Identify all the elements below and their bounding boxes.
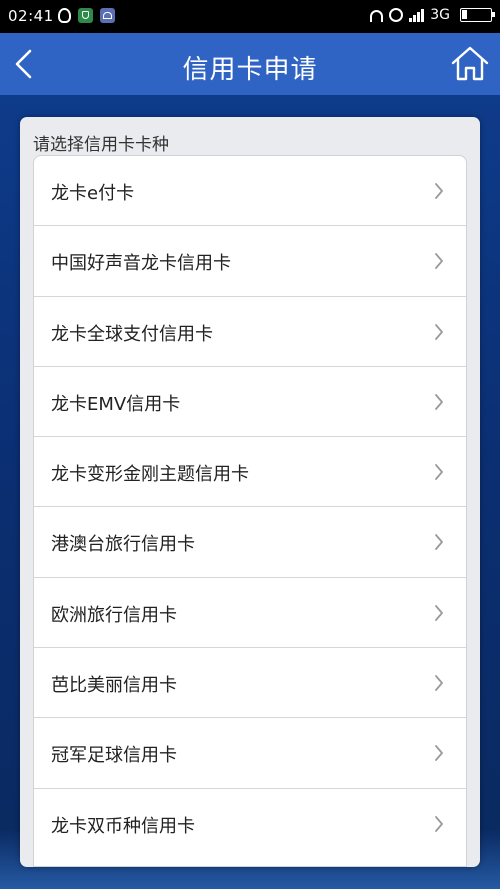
chevron-right-icon	[434, 253, 444, 270]
list-item[interactable]: 龙卡e付卡	[34, 156, 466, 227]
chevron-right-icon	[434, 534, 444, 551]
list-item-label: 龙卡EMV信用卡	[51, 393, 181, 415]
title-bar: 信用卡申请	[0, 33, 500, 95]
signal-icon	[409, 8, 425, 22]
list-item[interactable]: 欧洲旅行信用卡	[34, 578, 466, 649]
status-icons-left	[58, 8, 115, 23]
chevron-right-icon	[434, 323, 444, 340]
list-item[interactable]: 中国好声音龙卡信用卡	[34, 226, 466, 297]
network-type: 3G	[430, 7, 450, 23]
page-title: 信用卡申请	[182, 55, 318, 85]
status-bar: 02:41 3G	[0, 0, 500, 33]
chevron-right-icon	[434, 393, 444, 410]
card-type-panel: 请选择信用卡卡种 龙卡e付卡 中国好声音龙卡信用卡 龙卡全球支付信用卡 龙卡EM…	[20, 117, 480, 867]
battery-icon	[460, 8, 495, 22]
chevron-right-icon	[434, 604, 444, 621]
chevron-right-icon	[434, 464, 444, 481]
home-icon	[451, 46, 489, 81]
app-icon	[100, 8, 115, 23]
list-item-label: 龙卡全球支付信用卡	[51, 323, 213, 345]
list-item-label: 龙卡变形金刚主题信用卡	[51, 464, 249, 486]
list-item[interactable]: 港澳台旅行信用卡	[34, 507, 466, 578]
list-item[interactable]: 龙卡双币种信用卡	[34, 789, 466, 859]
list-item-label: 港澳台旅行信用卡	[51, 534, 195, 556]
chevron-right-icon	[434, 745, 444, 762]
list-item[interactable]: 芭比美丽信用卡	[34, 648, 466, 719]
chevron-right-icon	[434, 815, 444, 832]
chevron-right-icon	[434, 675, 444, 691]
list-item[interactable]: 龙卡变形金刚主题信用卡	[34, 437, 466, 508]
headset-icon	[370, 10, 384, 22]
list-item-label: 欧洲旅行信用卡	[51, 604, 177, 626]
list-item-label: 芭比美丽信用卡	[51, 675, 177, 697]
list-item-label: 冠军足球信用卡	[51, 745, 177, 767]
card-type-list[interactable]: 龙卡e付卡 中国好声音龙卡信用卡 龙卡全球支付信用卡 龙卡EMV信用卡 龙卡变形…	[33, 155, 467, 867]
shield-app-icon	[78, 8, 93, 23]
chevron-right-icon	[434, 183, 444, 199]
panel-heading: 请选择信用卡卡种	[33, 135, 169, 155]
status-time: 02:41	[8, 7, 54, 25]
status-icons-right: 3G	[370, 7, 495, 23]
qq-icon	[58, 8, 71, 23]
list-item-label: 龙卡双币种信用卡	[51, 815, 195, 837]
list-item-label: 中国好声音龙卡信用卡	[51, 253, 231, 275]
list-item-label: 龙卡e付卡	[51, 183, 135, 204]
list-item[interactable]: 冠军足球信用卡	[34, 718, 466, 789]
alarm-icon	[389, 8, 404, 22]
list-item[interactable]: 龙卡EMV信用卡	[34, 367, 466, 438]
home-button[interactable]	[450, 44, 490, 84]
list-item[interactable]: 龙卡全球支付信用卡	[34, 297, 466, 367]
